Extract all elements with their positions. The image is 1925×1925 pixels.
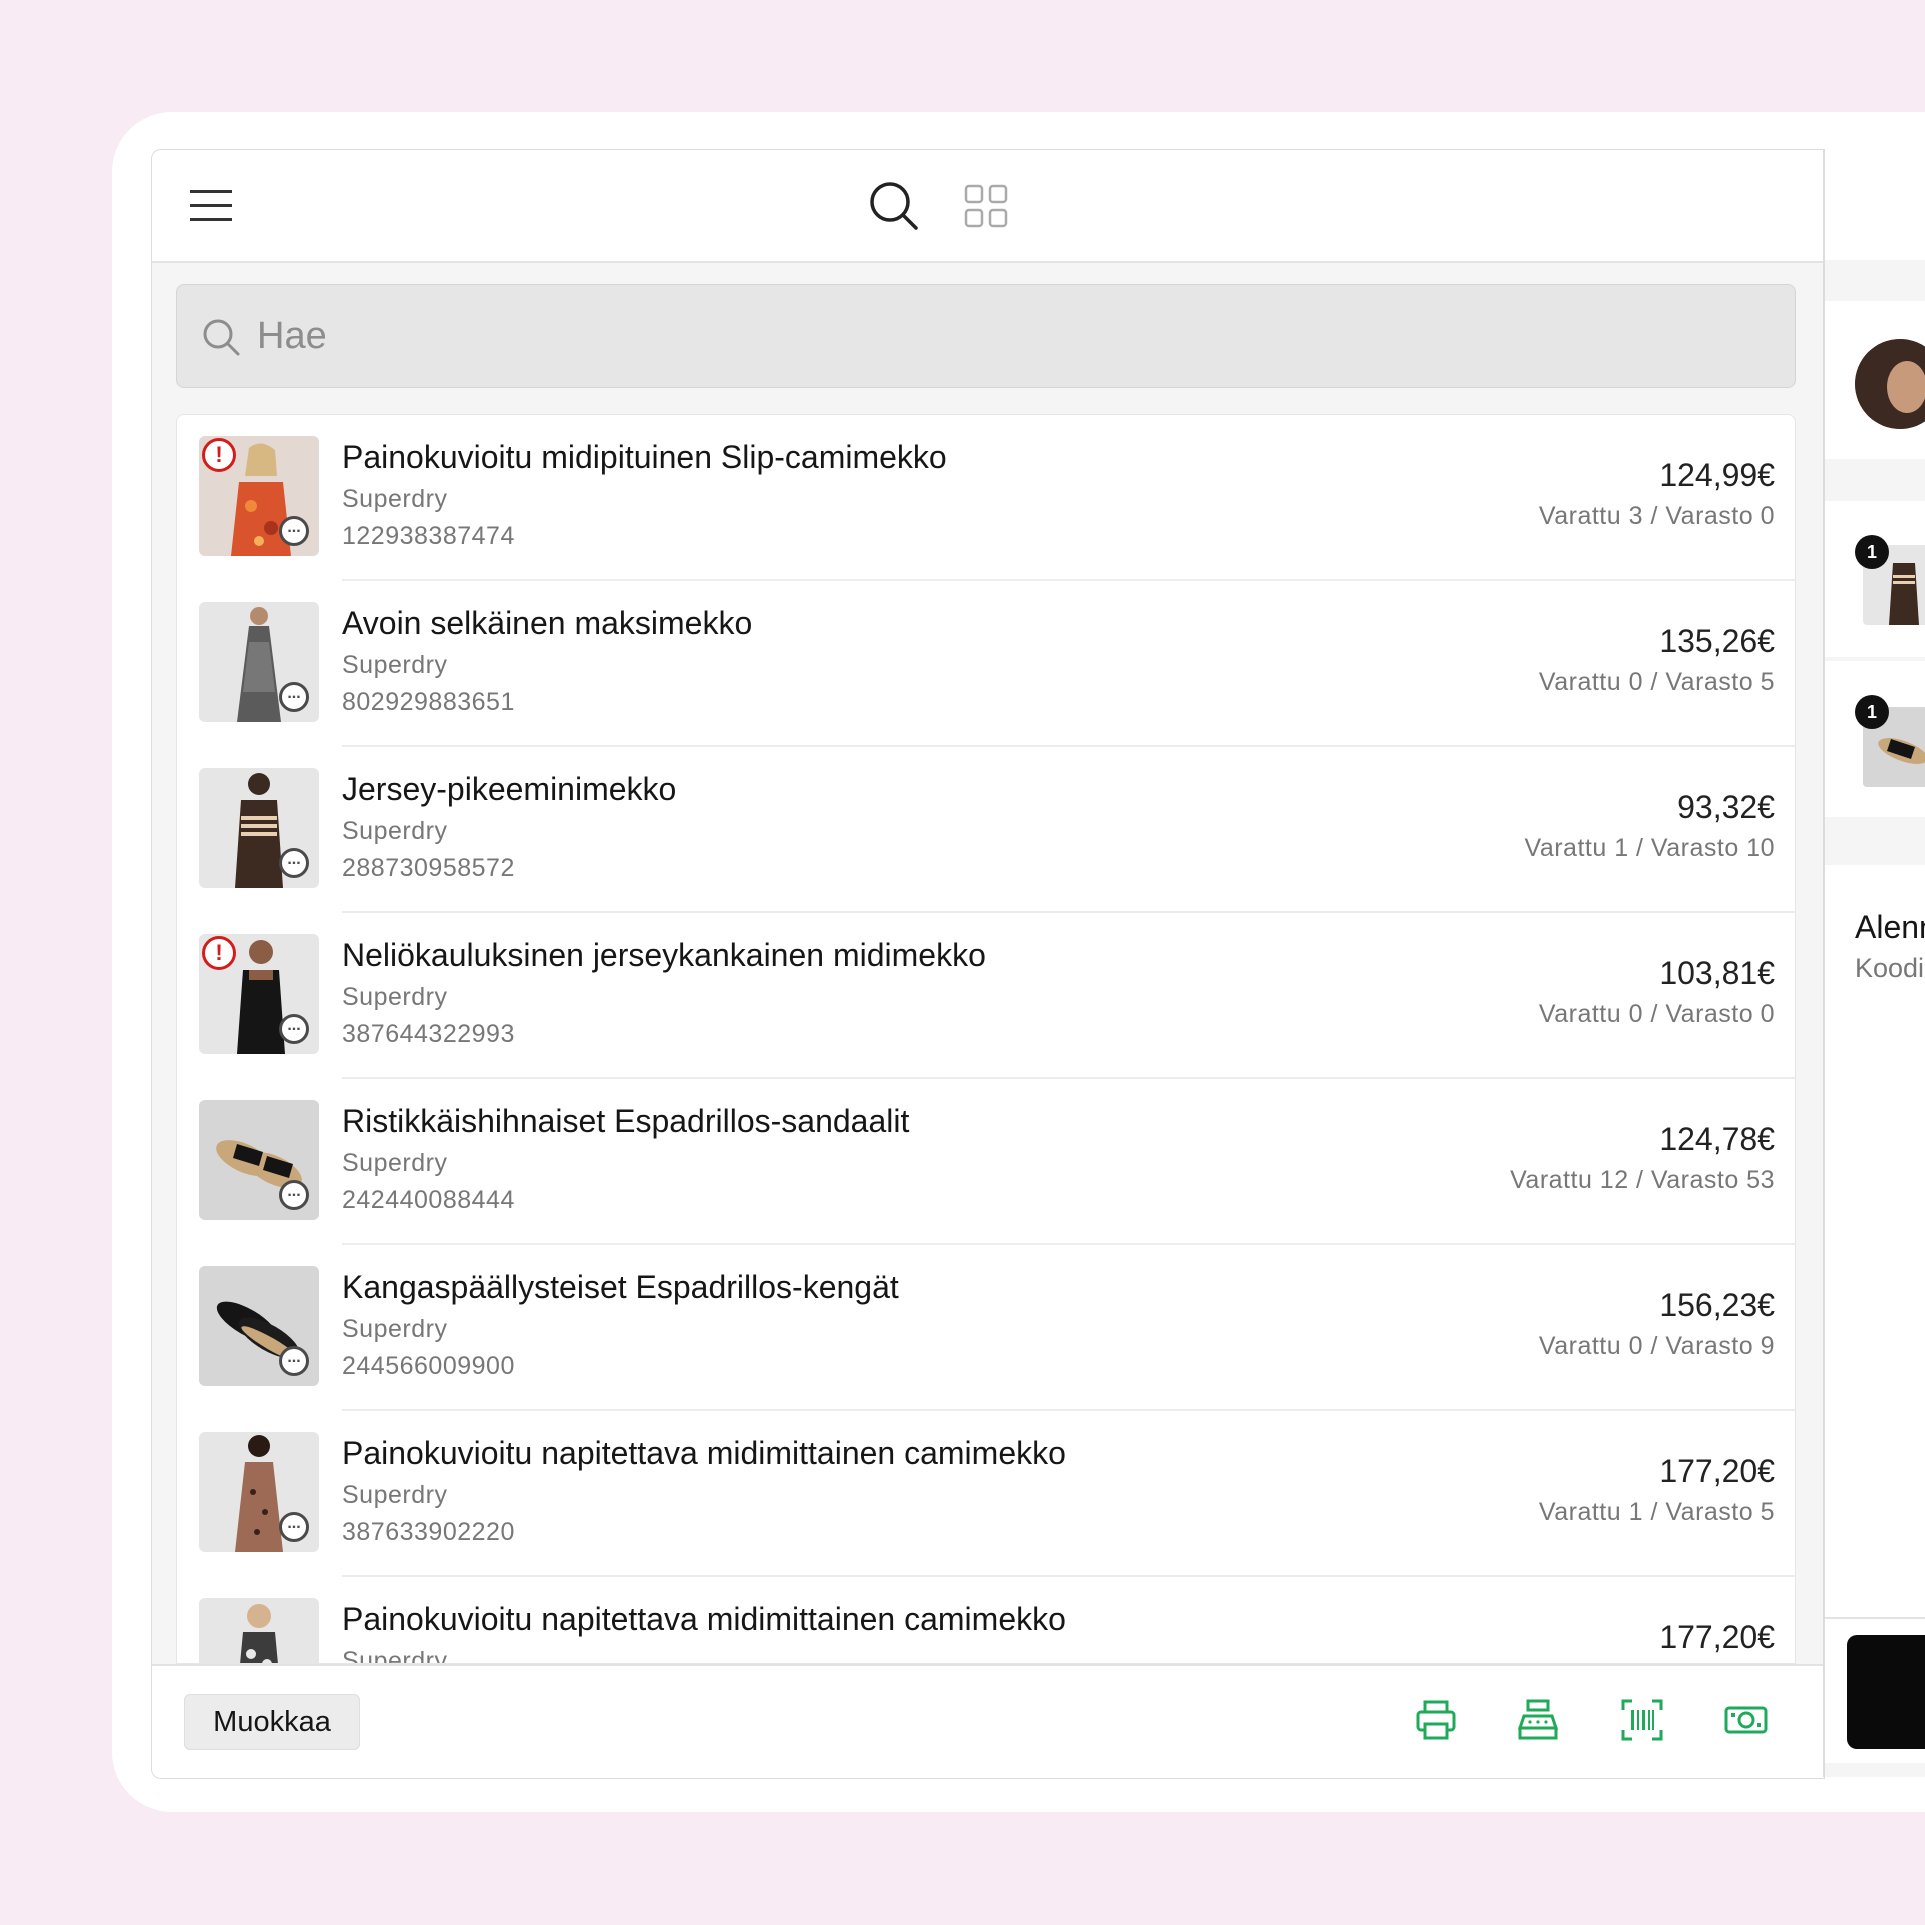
product-stock: Varattu 3 / Varasto 0 [1538, 502, 1775, 530]
product-name: Painokuvioitu napitettava midimittainen … [342, 1601, 1066, 1637]
product-name: Kangaspäällysteiset Espadrillos-kengät [342, 1269, 899, 1305]
product-stock: Varattu 0 / Varasto 0 [1538, 1000, 1775, 1028]
product-price: 93,32€ [1677, 789, 1775, 825]
product-brand: Superdry [342, 1315, 448, 1343]
product-name: Painokuvioitu midipituinen Slip-camimekk… [342, 439, 947, 475]
grid-view-icon[interactable] [963, 183, 1009, 229]
more-options-icon[interactable]: ... [279, 1512, 309, 1542]
product-name: Neliökauluksinen jerseykankainen midimek… [342, 937, 986, 973]
product-price: 135,26€ [1659, 623, 1775, 659]
more-options-icon[interactable]: ... [279, 516, 309, 546]
product-row[interactable]: ! ... Painokuvioitu midipituinen Slip-ca… [177, 415, 1795, 581]
search-input[interactable]: Hae [176, 284, 1796, 388]
product-sku: 242440088444 [342, 1186, 515, 1214]
product-brand: Superdry [342, 817, 448, 845]
cart-item[interactable]: 1 [1825, 661, 1925, 817]
product-stock: Varattu 1 / Varasto 10 [1524, 834, 1775, 862]
product-row[interactable]: ... Avoin selkäinen maksimekko Superdry … [177, 581, 1795, 747]
product-price: 103,81€ [1659, 955, 1775, 991]
product-name: Avoin selkäinen maksimekko [342, 605, 753, 641]
product-price: 124,99€ [1659, 457, 1775, 493]
cart-item[interactable]: 1 [1825, 501, 1925, 657]
discount-label: Alenn [1855, 909, 1925, 945]
more-options-icon[interactable]: ... [279, 1014, 309, 1044]
product-stock: Varattu 0 / Varasto 9 [1538, 1332, 1775, 1360]
product-row[interactable]: ! ... Neliökauluksinen jerseykankainen m… [177, 913, 1795, 1079]
product-row[interactable]: Painokuvioitu napitettava midimittainen … [177, 1577, 1795, 1664]
avatar[interactable] [1855, 339, 1925, 429]
checkout-button[interactable] [1847, 1635, 1925, 1749]
product-list: ! ... Painokuvioitu midipituinen Slip-ca… [176, 414, 1796, 1664]
product-brand: Superdry [342, 1647, 448, 1664]
top-bar [152, 150, 1824, 263]
cart-header [1825, 149, 1925, 260]
product-stock: Varattu 1 / Varasto 5 [1538, 1498, 1775, 1526]
product-brand: Superdry [342, 983, 448, 1011]
cart-item-quantity-badge: 1 [1855, 695, 1889, 729]
cart-panel: 1 1 Alenn Koodi [1825, 149, 1925, 1777]
edit-button[interactable]: Muokkaa [184, 1694, 360, 1750]
product-image [199, 1598, 319, 1663]
discount-code-label: Koodi [1855, 953, 1925, 983]
product-sku: 387644322993 [342, 1020, 515, 1048]
product-sku: 802929883651 [342, 688, 515, 716]
product-name: Painokuvioitu napitettava midimittainen … [342, 1435, 1066, 1471]
more-options-icon[interactable]: ... [279, 848, 309, 878]
product-sku: 244566009900 [342, 1352, 515, 1380]
hamburger-menu-icon[interactable] [188, 186, 234, 226]
warning-icon: ! [202, 936, 236, 970]
product-row[interactable]: ... Ristikkäishihnaiset Espadrillos-sand… [177, 1079, 1795, 1245]
product-name: Jersey-pikeeminimekko [342, 771, 677, 807]
cart-footer-divider [1825, 1617, 1925, 1619]
product-brand: Superdry [342, 651, 448, 679]
cart-item-quantity-badge: 1 [1855, 535, 1889, 569]
product-stock: Varattu 0 / Varasto 5 [1538, 668, 1775, 696]
customer-section[interactable] [1825, 301, 1925, 459]
product-brand: Superdry [342, 1149, 448, 1177]
search-icon [201, 317, 241, 357]
cash-register-icon[interactable] [1516, 1698, 1560, 1742]
barcode-scan-icon[interactable] [1620, 1698, 1664, 1742]
warning-icon: ! [202, 438, 236, 472]
product-row[interactable]: ... Kangaspäällysteiset Espadrillos-keng… [177, 1245, 1795, 1411]
search-icon[interactable] [868, 180, 920, 232]
product-stock: Varattu 12 / Varasto 53 [1510, 1166, 1775, 1194]
more-options-icon[interactable]: ... [279, 682, 309, 712]
product-sku: 122938387474 [342, 522, 515, 550]
product-panel: Hae ! ... Painokuvioitu midipituinen Sli… [151, 149, 1825, 1779]
cash-icon[interactable] [1724, 1698, 1768, 1742]
product-name: Ristikkäishihnaiset Espadrillos-sandaali… [342, 1103, 910, 1139]
product-sku: 288730958572 [342, 854, 515, 882]
search-placeholder: Hae [257, 315, 327, 357]
product-row[interactable]: ... Jersey-pikeeminimekko Superdry 28873… [177, 747, 1795, 913]
discount-section[interactable]: Alenn Koodi [1825, 865, 1925, 1023]
more-options-icon[interactable]: ... [279, 1346, 309, 1376]
product-price: 156,23€ [1659, 1287, 1775, 1323]
product-price: 177,20€ [1659, 1619, 1775, 1655]
product-sku: 387633902220 [342, 1518, 515, 1546]
product-price: 124,78€ [1659, 1121, 1775, 1157]
product-row[interactable]: ... Painokuvioitu napitettava midimittai… [177, 1411, 1795, 1577]
more-options-icon[interactable]: ... [279, 1180, 309, 1210]
bottom-toolbar: Muokkaa [152, 1664, 1824, 1778]
product-brand: Superdry [342, 1481, 448, 1509]
product-brand: Superdry [342, 485, 448, 513]
product-price: 177,20€ [1659, 1453, 1775, 1489]
printer-icon[interactable] [1414, 1698, 1458, 1742]
